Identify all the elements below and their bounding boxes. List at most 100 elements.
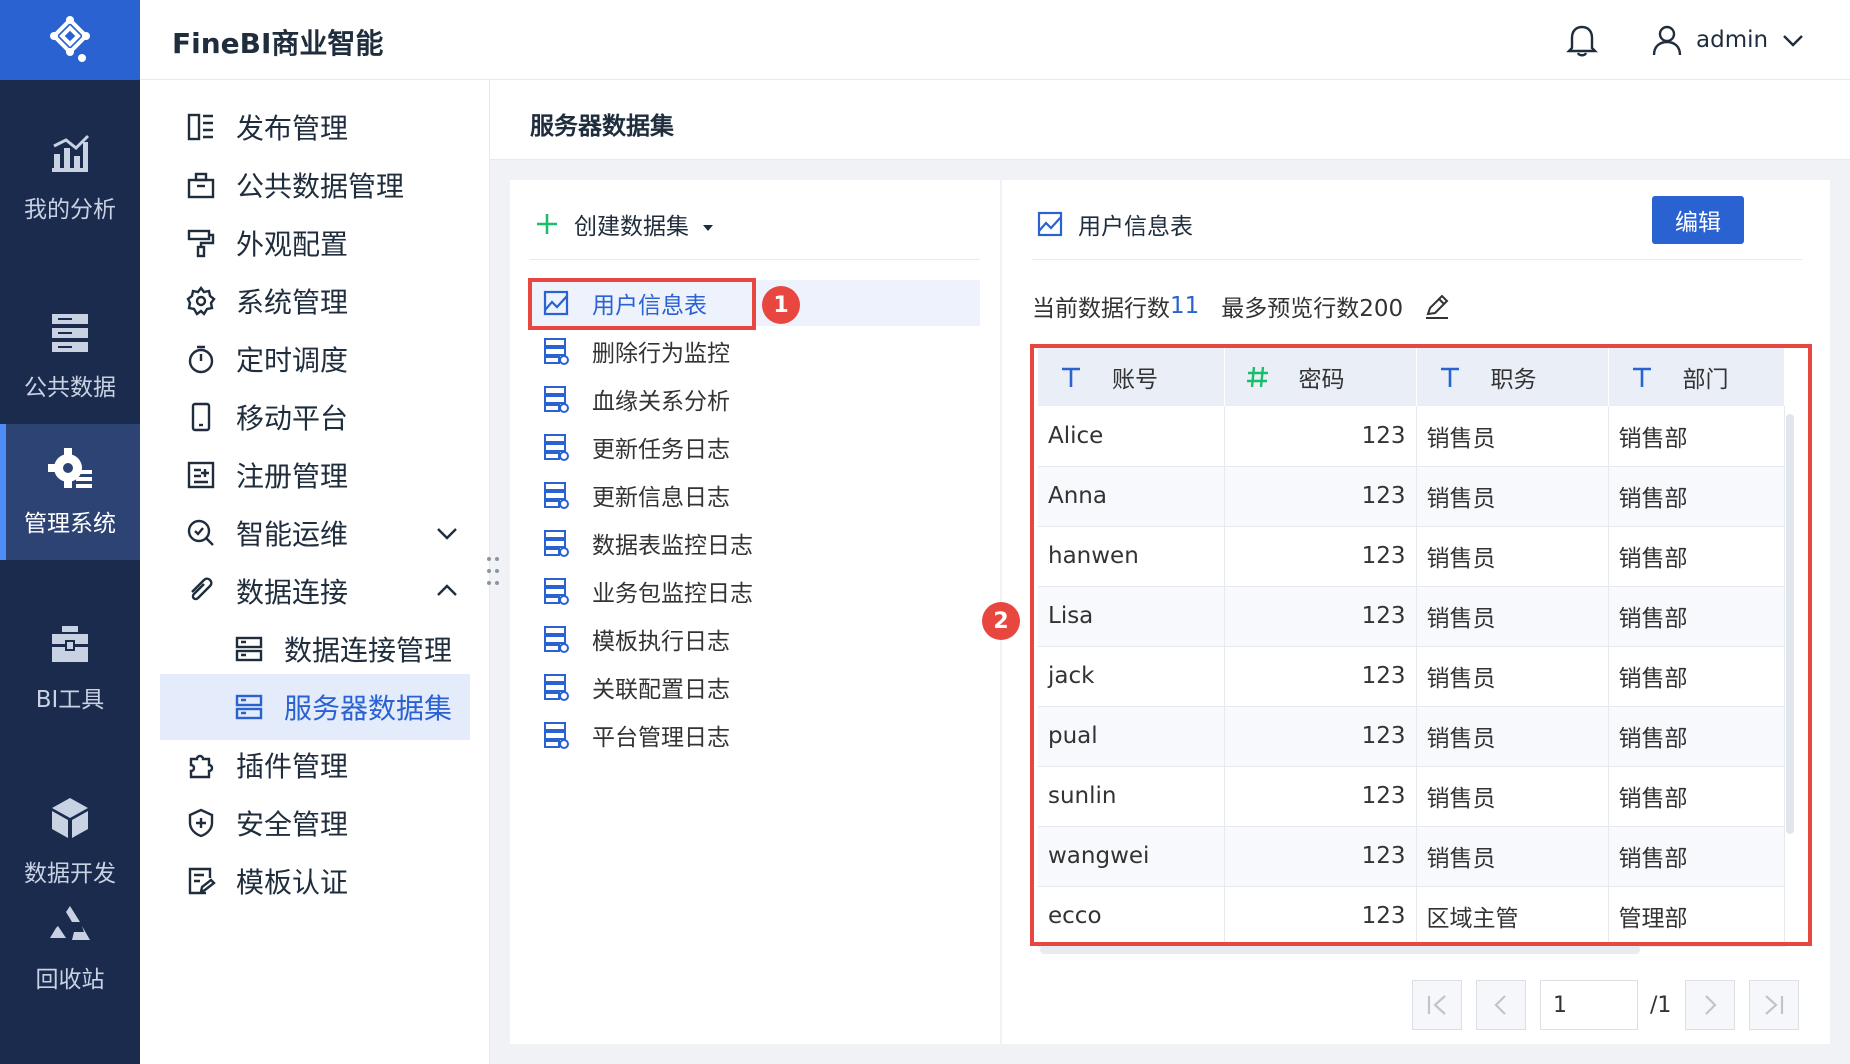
dataset-item[interactable]: 更新信息日志	[530, 472, 980, 518]
briefcase-icon	[187, 172, 215, 199]
fine-logo-icon	[50, 16, 90, 62]
menu-item-server-dataset[interactable]: 服务器数据集	[160, 674, 470, 740]
rail-item-label: 公共数据	[24, 375, 116, 401]
app-logo[interactable]	[0, 0, 140, 80]
db-table-icon	[544, 530, 569, 557]
db-table-icon	[544, 338, 569, 365]
dataset-item-label: 删除行为监控	[592, 341, 730, 367]
create-dataset-label: 创建数据集	[574, 214, 689, 240]
divider	[530, 259, 980, 260]
menu-item-system-mgmt[interactable]: 系统管理	[160, 268, 470, 334]
dataset-item-label: 更新任务日志	[592, 437, 730, 463]
bell-icon[interactable]	[1564, 22, 1600, 58]
row-count-value: 11	[1170, 293, 1200, 319]
rail-item-label: BI工具	[35, 687, 105, 713]
first-page-button[interactable]	[1412, 980, 1462, 1030]
dataset-item[interactable]: 关联配置日志	[530, 664, 980, 710]
highlight-box-dataset	[528, 278, 756, 330]
rail-item-label: 我的分析	[24, 197, 116, 223]
menu-item-label: 数据连接管理	[284, 634, 453, 667]
menu-item-smart-ops[interactable]: 智能运维	[160, 500, 470, 566]
menu-item-plugins[interactable]: 插件管理	[160, 732, 470, 798]
dataset-item-label: 关联配置日志	[592, 677, 730, 703]
publish-icon	[187, 113, 213, 141]
page-header: 服务器数据集	[490, 80, 1850, 160]
server-icon	[235, 636, 263, 662]
menu-item-schedule[interactable]: 定时调度	[160, 326, 470, 392]
highlight-box-table	[1030, 344, 1812, 946]
toolbox-icon	[52, 626, 88, 662]
rail-item-my-analysis[interactable]: 我的分析	[0, 110, 140, 246]
preview-title: 用户信息表	[1036, 204, 1193, 244]
brand-title: FineBI商业智能	[172, 27, 384, 60]
rail-item-bi-tools[interactable]: BI工具	[0, 600, 140, 736]
dataset-item[interactable]: 删除行为监控	[530, 328, 980, 374]
db-table-icon	[544, 626, 569, 653]
edit-pen-icon[interactable]	[1423, 292, 1451, 320]
chevron-down-icon	[437, 528, 457, 540]
create-dataset-button[interactable]: 创建数据集	[534, 204, 715, 244]
menu-item-security[interactable]: 安全管理	[160, 790, 470, 856]
menu-item-template-cert[interactable]: 模板认证	[160, 848, 470, 914]
menu-item-register[interactable]: 注册管理	[160, 442, 470, 508]
dataset-item-label: 数据表监控日志	[592, 533, 753, 559]
primary-nav-rail: 我的分析 公共数据 管理系统 BI工具 数据开发 回收站	[0, 0, 140, 1064]
horizontal-scrollbar[interactable]	[1040, 946, 1640, 954]
annotation-badge-2: 2	[982, 602, 1020, 640]
prev-page-button[interactable]	[1476, 980, 1526, 1030]
dataset-item[interactable]: 数据表监控日志	[530, 520, 980, 566]
rail-item-label: 回收站	[35, 967, 105, 993]
menu-item-data-connection-mgmt[interactable]: 数据连接管理	[160, 616, 470, 682]
pagination: /1	[1412, 980, 1813, 1030]
admin-menu: 发布管理 公共数据管理 外观配置 系统管理 定时调度 移动平台 注册管理 智能运…	[140, 80, 490, 1064]
menu-item-mobile[interactable]: 移动平台	[160, 384, 470, 450]
dataset-item-label: 血缘关系分析	[592, 389, 730, 415]
dataset-item-label: 平台管理日志	[592, 725, 730, 751]
db-table-icon	[544, 674, 569, 701]
menu-item-label: 公共数据管理	[236, 170, 405, 203]
divider	[1032, 259, 1802, 260]
dataset-item[interactable]: 平台管理日志	[530, 712, 980, 758]
plus-icon	[537, 214, 557, 234]
db-table-icon	[544, 578, 569, 605]
menu-item-label: 系统管理	[236, 286, 349, 319]
user-menu[interactable]: admin	[1650, 20, 1806, 60]
dataset-item[interactable]: 血缘关系分析	[530, 376, 980, 422]
dataset-icon	[235, 694, 263, 720]
db-table-icon	[544, 386, 569, 413]
page-number-input[interactable]	[1540, 980, 1638, 1030]
dataset-item[interactable]: 业务包监控日志	[530, 568, 980, 614]
menu-item-label: 外观配置	[236, 228, 349, 261]
preview-title-text: 用户信息表	[1078, 214, 1193, 240]
paint-roller-icon	[187, 229, 215, 258]
db-table-icon	[544, 722, 569, 749]
rail-item-public-data[interactable]: 公共数据	[0, 288, 140, 424]
rail-item-recycle-bin[interactable]: 回收站	[0, 880, 140, 1016]
rail-item-admin-system[interactable]: 管理系统	[0, 424, 140, 560]
drag-handle-icon[interactable]	[486, 556, 500, 586]
db-table-icon	[544, 482, 569, 509]
chevron-up-icon	[437, 584, 457, 596]
dataset-item[interactable]: 更新任务日志	[530, 424, 980, 470]
shield-icon	[188, 808, 214, 838]
username: admin	[1696, 27, 1769, 53]
last-page-icon	[1765, 995, 1784, 1015]
menu-item-label: 服务器数据集	[284, 692, 453, 725]
menu-item-public-data-mgmt[interactable]: 公共数据管理	[160, 152, 470, 218]
edit-button[interactable]: 编辑	[1652, 196, 1744, 244]
row-count-label: 当前数据行数	[1032, 296, 1170, 322]
caret-down-icon	[703, 225, 713, 231]
menu-item-data-connection[interactable]: 数据连接	[160, 558, 470, 624]
chevron-down-icon	[1783, 35, 1803, 47]
last-page-button[interactable]	[1749, 980, 1800, 1030]
table-chart-icon	[1037, 211, 1063, 237]
dataset-item-label: 更新信息日志	[592, 485, 730, 511]
menu-item-label: 定时调度	[236, 344, 349, 377]
next-page-button[interactable]	[1685, 980, 1736, 1030]
dataset-item[interactable]: 模板执行日志	[530, 616, 980, 662]
menu-item-publish[interactable]: 发布管理	[160, 94, 470, 160]
page-title: 服务器数据集	[530, 112, 674, 140]
certificate-icon	[188, 867, 216, 895]
menu-item-label: 智能运维	[236, 518, 349, 551]
menu-item-appearance[interactable]: 外观配置	[160, 210, 470, 276]
